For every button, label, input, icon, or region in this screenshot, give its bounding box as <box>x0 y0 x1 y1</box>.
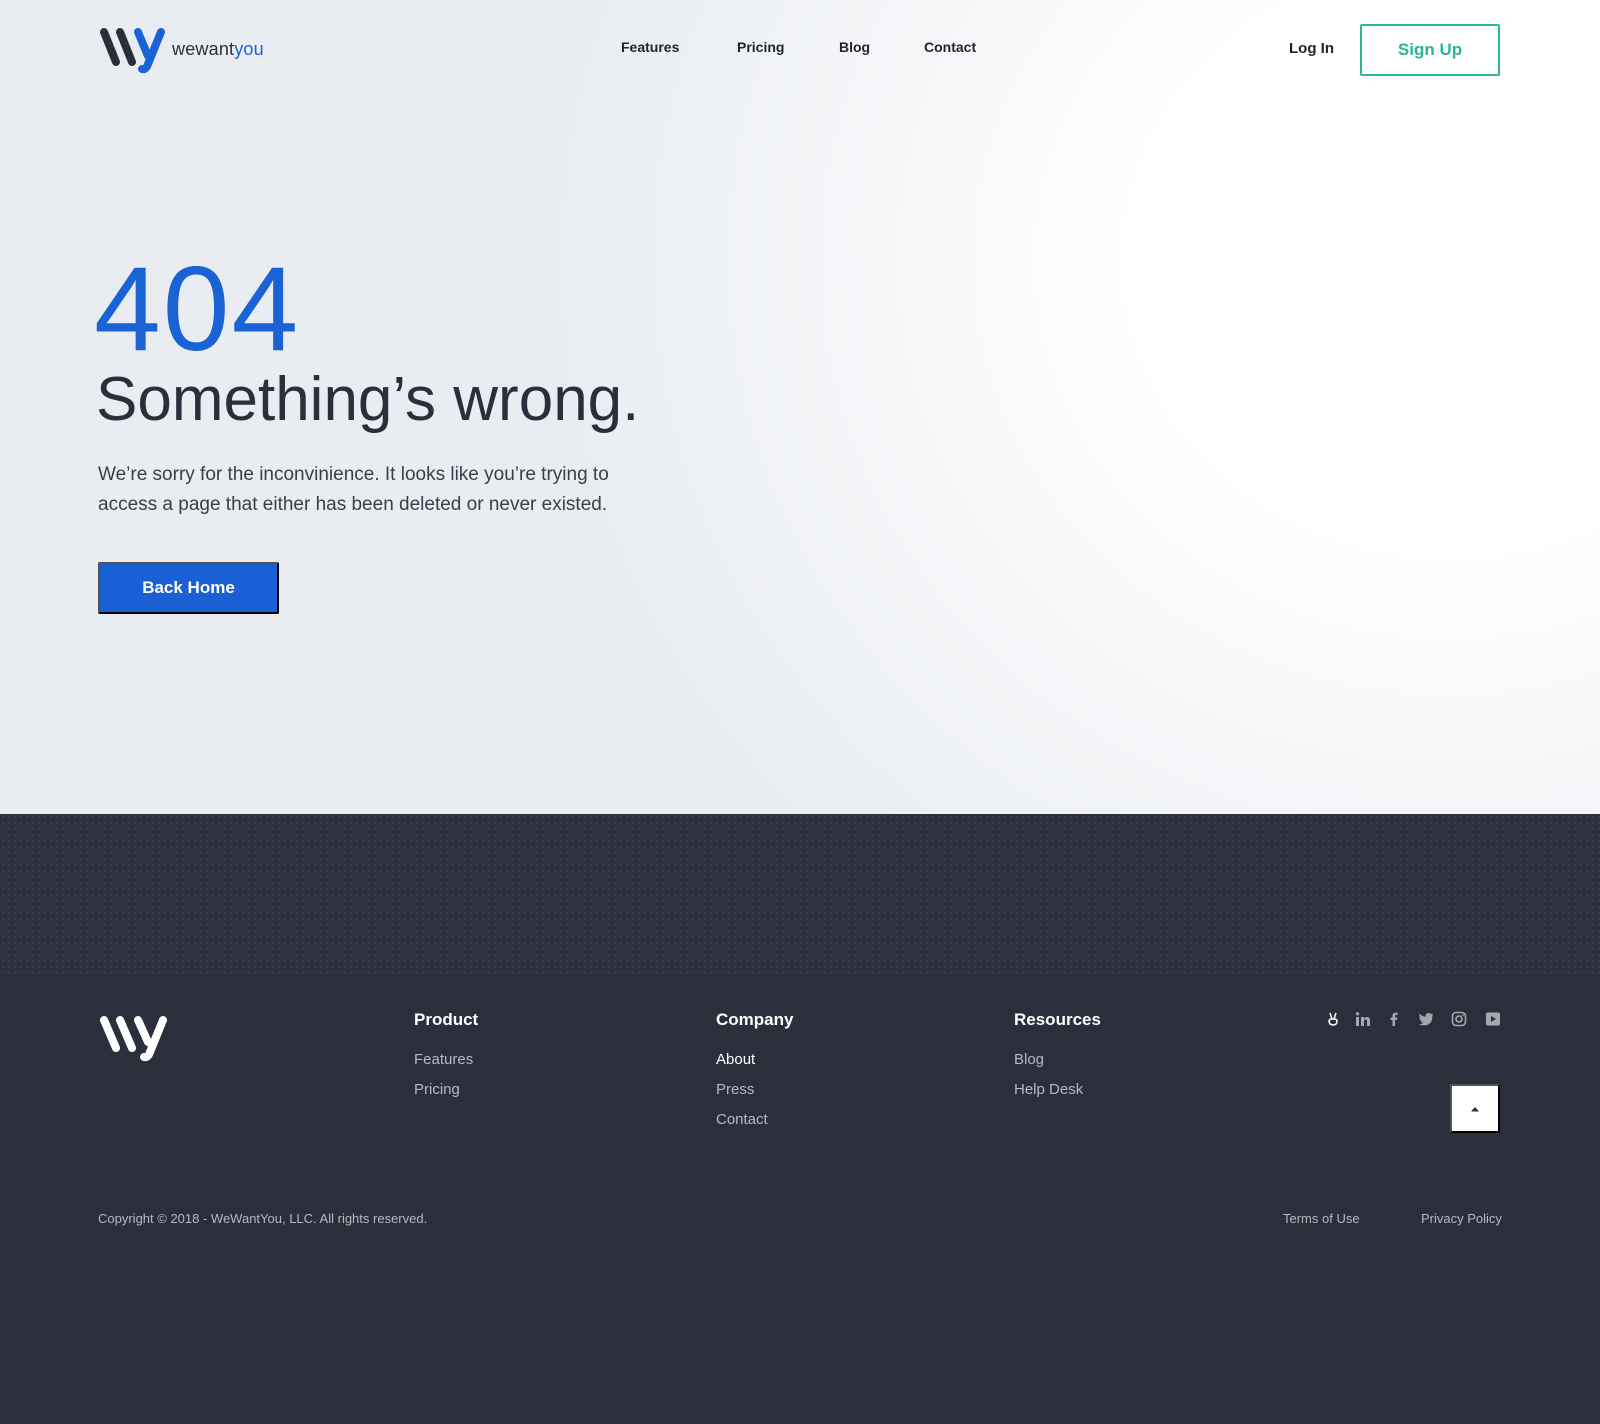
linkedin-icon[interactable] <box>1355 1011 1371 1027</box>
nav-pricing[interactable]: Pricing <box>737 39 784 55</box>
error-title: Something’s wrong. <box>96 365 640 434</box>
error-code: 404 <box>94 242 301 376</box>
error-description: We’re sorry for the inconvinience. It lo… <box>98 464 609 515</box>
youtube-icon[interactable] <box>1485 1011 1501 1027</box>
nav-contact[interactable]: Contact <box>924 39 976 55</box>
nav-blog[interactable]: Blog <box>839 39 870 55</box>
caret-up-icon <box>1471 1106 1479 1111</box>
footer-col-title: Product <box>414 1010 479 1029</box>
footer-col-product: Product Features Pricing <box>414 1010 478 1110</box>
login-link[interactable]: Log In <box>1289 40 1334 57</box>
footer-link-features[interactable]: Features <box>414 1050 478 1069</box>
nav-features[interactable]: Features <box>621 39 679 55</box>
back-home-button[interactable]: Back Home <box>98 562 279 614</box>
footer-pattern-band <box>0 814 1600 974</box>
instagram-icon[interactable] <box>1451 1011 1467 1027</box>
footer-link-about[interactable]: About <box>716 1050 793 1069</box>
scroll-to-top-button[interactable] <box>1450 1084 1500 1133</box>
footer <box>0 974 1600 1424</box>
footer-link-pricing[interactable]: Pricing <box>414 1080 478 1099</box>
twitter-icon[interactable] <box>1418 1011 1434 1027</box>
facebook-icon[interactable] <box>1386 1011 1402 1027</box>
angellist-icon[interactable] <box>1325 1011 1341 1027</box>
terms-link[interactable]: Terms of Use <box>1283 1211 1360 1226</box>
footer-link-help-desk[interactable]: Help Desk <box>1014 1080 1101 1099</box>
footer-link-contact[interactable]: Contact <box>716 1110 793 1129</box>
hero-section: wewantyou Features Pricing Blog Contact … <box>0 0 1600 814</box>
footer-col-title: Resources <box>1014 1010 1101 1029</box>
signup-button[interactable]: Sign Up <box>1360 24 1500 76</box>
footer-col-resources: Resources Blog Help Desk <box>1014 1010 1101 1110</box>
privacy-link[interactable]: Privacy Policy <box>1421 1211 1502 1226</box>
footer-col-title: Company <box>716 1010 794 1029</box>
footer-link-blog[interactable]: Blog <box>1014 1050 1101 1069</box>
footer-logo-icon[interactable] <box>98 1012 170 1062</box>
copyright-text: Copyright © 2018 - WeWantYou, LLC. All r… <box>98 1211 428 1226</box>
footer-col-company: Company About Press Contact <box>716 1010 793 1140</box>
footer-link-press[interactable]: Press <box>716 1080 793 1099</box>
